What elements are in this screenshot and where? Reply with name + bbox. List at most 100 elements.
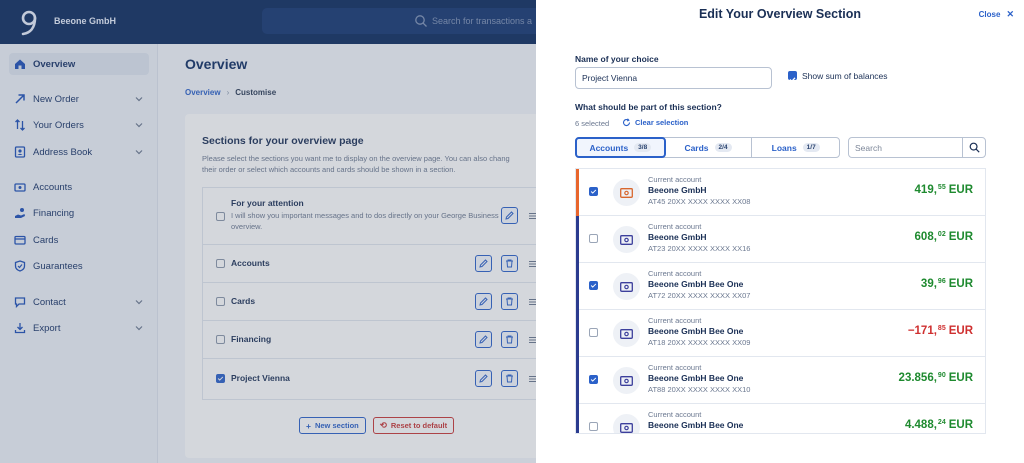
account-type: Current account — [648, 175, 702, 184]
tab-count-badge: 1/7 — [802, 143, 820, 152]
account-icon-circle — [613, 320, 640, 347]
section-name-input[interactable] — [575, 67, 772, 89]
check-icon — [590, 283, 597, 288]
balance-cents: 96 — [937, 278, 946, 285]
account-iban: AT45 20XX XXXX XXXX XX08 — [648, 197, 751, 206]
tab-label: Accounts — [589, 142, 629, 153]
account-color-bar — [576, 310, 579, 357]
modal-backdrop[interactable] — [0, 0, 536, 463]
balance-currency: EUR — [948, 231, 973, 243]
account-balance: 608,02 EUR — [915, 231, 973, 243]
account-type: Current account — [648, 363, 702, 372]
account-iban: AT18 20XX XXXX XXXX XX09 — [648, 338, 751, 347]
account-icon-circle — [613, 273, 640, 300]
product-tabs: Accounts 3/8 Cards 2/4 Loans 1/7 — [575, 137, 840, 158]
account-icon-circle — [613, 367, 640, 394]
account-row[interactable]: Current account Beeone GmbH Bee One AT88 2… — [576, 357, 985, 404]
balance-cents: 90 — [937, 372, 946, 379]
section-content-question: What should be part of this section? — [575, 102, 722, 112]
account-row[interactable]: Current account Beeone GmbH Bee One AT18 2… — [576, 310, 985, 357]
balance-currency: EUR — [948, 184, 973, 196]
account-list: Current account Beeone GmbH AT45 20XX XXXX… — [575, 168, 986, 434]
account-holder: Beeone GmbH Bee One — [648, 420, 744, 430]
edit-section-panel: Edit Your Overview Section Close ✕ Name … — [536, 0, 1024, 463]
clear-selection-button[interactable]: Clear selection — [622, 118, 688, 127]
account-balance: −171,85 EUR — [908, 325, 973, 337]
account-icon-circle — [613, 226, 640, 253]
account-balance: 4.488,24 EUR — [905, 419, 973, 431]
banknote-icon — [620, 281, 633, 292]
balance-main: −171, — [907, 325, 937, 337]
balance-currency: EUR — [948, 419, 973, 431]
account-row[interactable]: Current accountBeeone GmbH Bee One AT56 2… — [576, 404, 985, 433]
check-icon — [590, 189, 597, 194]
check-icon — [789, 77, 796, 83]
close-button[interactable]: Close ✕ — [979, 9, 1014, 20]
balance-cents: 85 — [937, 325, 946, 332]
tab-count-badge: 3/8 — [634, 143, 652, 152]
show-sum-checkbox-checked[interactable] — [788, 71, 797, 83]
account-checkbox[interactable] — [589, 234, 598, 243]
account-icon-circle — [613, 179, 640, 206]
selected-count: 6 selected — [575, 119, 610, 128]
banknote-icon — [620, 422, 633, 433]
account-holder: Beeone GmbH — [648, 185, 707, 195]
account-color-bar — [576, 216, 579, 263]
account-icon-circle — [613, 414, 640, 433]
account-iban: AT72 20XX XXXX XXXX XX07 — [648, 291, 751, 300]
clear-selection-label: Clear selection — [635, 118, 689, 127]
search-icon — [969, 142, 980, 153]
account-search — [848, 137, 986, 158]
name-field-label: Name of your choice — [575, 54, 659, 64]
account-color-bar — [576, 404, 579, 433]
account-color-bar — [576, 263, 579, 310]
account-type: Current account — [648, 269, 702, 278]
balance-main: 23.856, — [898, 372, 937, 384]
account-checkbox[interactable] — [589, 375, 598, 384]
tab-label: Loans — [771, 142, 797, 153]
balance-cents: 55 — [937, 184, 946, 191]
account-row[interactable]: Current account Beeone GmbH AT23 20XX XXXX… — [576, 216, 985, 263]
account-search-button[interactable] — [963, 138, 985, 157]
account-row[interactable]: Current account Beeone GmbH Bee One AT72 2… — [576, 263, 985, 310]
account-type: Current account — [648, 316, 702, 325]
panel-title: Edit Your Overview Section — [698, 7, 862, 21]
tab-accounts[interactable]: Accounts 3/8 — [575, 137, 666, 158]
account-checkbox[interactable] — [589, 328, 598, 337]
tab-label: Cards — [684, 142, 709, 153]
account-color-bar — [576, 169, 579, 216]
check-icon — [590, 377, 597, 382]
balance-currency: EUR — [948, 372, 973, 384]
account-color-bar — [576, 357, 579, 404]
tab-count-badge: 2/4 — [714, 143, 732, 152]
balance-main: 39, — [920, 278, 937, 290]
account-holder: Beeone GmbH Bee One — [648, 326, 744, 336]
close-icon: ✕ — [1006, 9, 1014, 19]
show-sum-label: Show sum of balances — [802, 71, 888, 81]
account-type: Current account — [648, 410, 702, 419]
balance-main: 4.488, — [904, 419, 937, 431]
banknote-icon — [620, 375, 633, 386]
account-balance: 419,55 EUR — [915, 184, 973, 196]
banknote-icon — [620, 187, 633, 198]
account-holder: Beeone GmbH Bee One — [648, 279, 744, 289]
account-iban: AT88 20XX XXXX XXXX XX10 — [648, 385, 751, 394]
banknote-icon — [620, 234, 633, 245]
balance-cents: 02 — [937, 231, 946, 238]
account-search-input[interactable] — [849, 138, 963, 157]
account-iban: AT56 20XX XXXX XXXX XX15 — [648, 432, 750, 433]
balance-main: 419, — [914, 184, 937, 196]
account-iban: AT23 20XX XXXX XXXX XX16 — [648, 244, 751, 253]
refresh-icon — [622, 118, 631, 126]
tab-loans[interactable]: Loans 1/7 — [752, 138, 839, 157]
account-checkbox[interactable] — [589, 422, 598, 431]
account-checkbox[interactable] — [589, 281, 598, 290]
banknote-icon — [620, 328, 633, 339]
account-holder: Beeone GmbH — [648, 232, 707, 242]
account-row[interactable]: Current account Beeone GmbH AT45 20XX XXXX… — [576, 169, 985, 216]
close-label: Close — [978, 10, 1001, 19]
account-checkbox[interactable] — [589, 187, 598, 196]
tab-cards[interactable]: Cards 2/4 — [665, 138, 753, 157]
balance-currency: EUR — [948, 278, 973, 290]
account-balance: 39,96 EUR — [921, 278, 973, 290]
